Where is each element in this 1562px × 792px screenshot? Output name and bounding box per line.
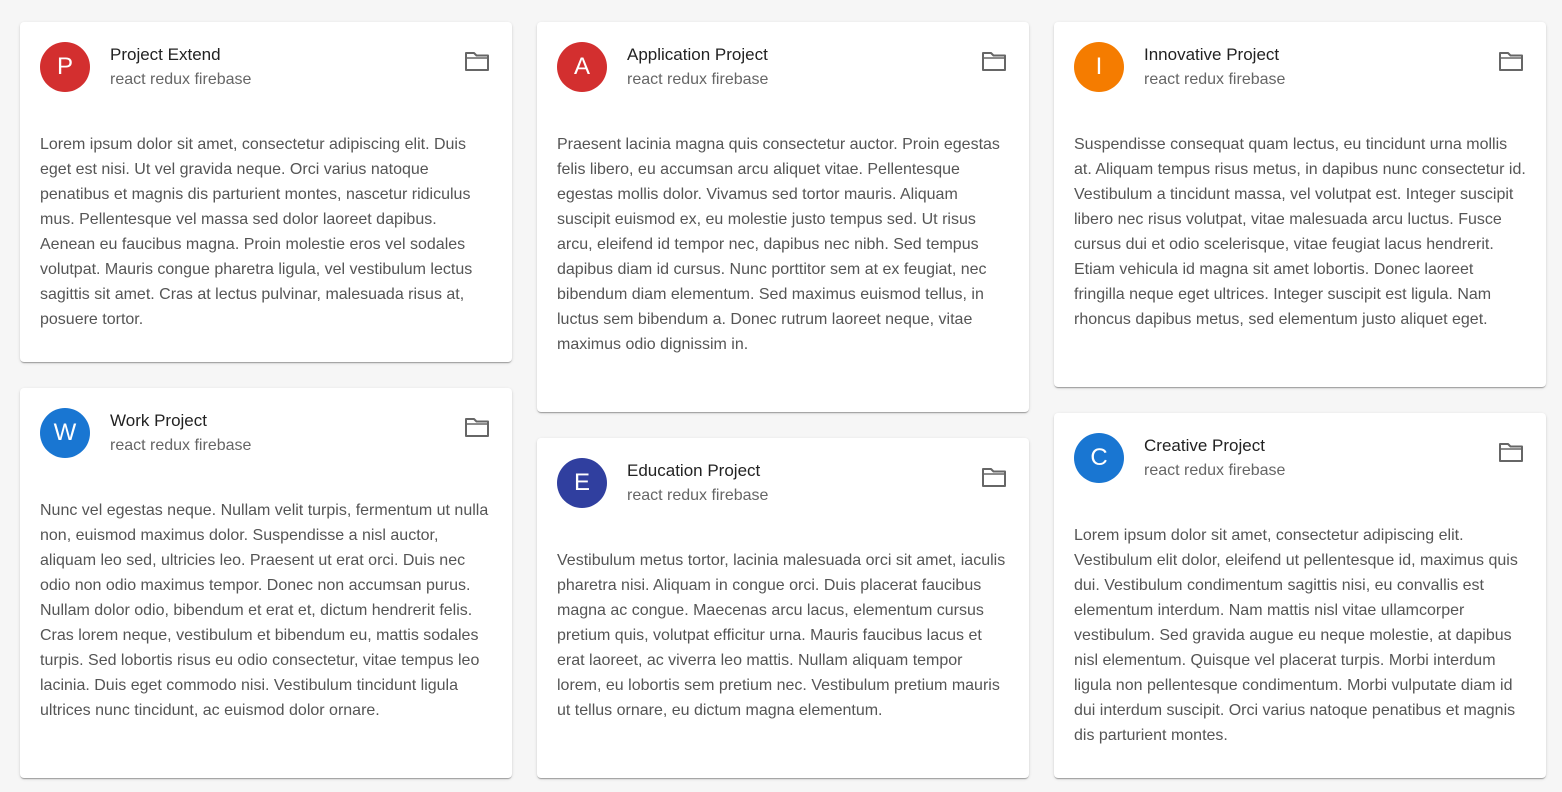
card-title: Creative Project — [1144, 436, 1265, 455]
card-title: Innovative Project — [1144, 45, 1280, 64]
project-card: P Project Extend react redux firebase Lo… — [20, 22, 512, 362]
card-subtitle: react redux firebase — [110, 71, 252, 88]
card-title: Education Project — [627, 461, 761, 480]
card-title: Application Project — [627, 45, 768, 64]
avatar: E — [557, 458, 607, 508]
card-subtitle: react redux firebase — [627, 71, 769, 88]
project-card: E Education Project react redux firebase… — [537, 438, 1029, 778]
column-1: P Project Extend react redux firebase Lo… — [20, 22, 512, 792]
card-body: Vestibulum metus tortor, lacinia malesua… — [557, 552, 1006, 719]
card-body: Lorem ipsum dolor sit amet, consectetur … — [1074, 527, 1518, 744]
avatar: W — [40, 408, 90, 458]
column-2: A Application Project react redux fireba… — [537, 22, 1029, 792]
card-body: Nunc vel egestas neque. Nullam velit tur… — [40, 502, 489, 719]
project-card: A Application Project react redux fireba… — [537, 22, 1029, 412]
card-body: Suspendisse consequat quam lectus, eu ti… — [1074, 136, 1526, 328]
folder-icon[interactable] — [981, 466, 1007, 488]
card-subtitle: react redux firebase — [1144, 71, 1286, 88]
card-header: E Education Project react redux firebase — [537, 438, 1029, 534]
card-body: Praesent lacinia magna quis consectetur … — [557, 136, 1000, 353]
avatar: P — [40, 42, 90, 92]
folder-icon[interactable] — [464, 50, 490, 72]
card-header: P Project Extend react redux firebase — [20, 22, 512, 118]
card-header: W Work Project react redux firebase — [20, 388, 512, 484]
card-subtitle: react redux firebase — [1144, 462, 1286, 479]
card-title: Work Project — [110, 411, 207, 430]
card-body: Lorem ipsum dolor sit amet, consectetur … — [40, 136, 473, 328]
project-card: C Creative Project react redux firebase … — [1054, 413, 1546, 778]
project-card: W Work Project react redux firebase Nunc… — [20, 388, 512, 778]
card-header: A Application Project react redux fireba… — [537, 22, 1029, 118]
card-subtitle: react redux firebase — [627, 487, 769, 504]
card-title: Project Extend — [110, 45, 221, 64]
avatar: C — [1074, 433, 1124, 483]
folder-icon[interactable] — [464, 416, 490, 438]
card-header: I Innovative Project react redux firebas… — [1054, 22, 1546, 118]
project-card: I Innovative Project react redux firebas… — [1054, 22, 1546, 387]
folder-icon[interactable] — [981, 50, 1007, 72]
folder-icon[interactable] — [1498, 50, 1524, 72]
avatar: A — [557, 42, 607, 92]
card-subtitle: react redux firebase — [110, 437, 252, 454]
card-header: C Creative Project react redux firebase — [1054, 413, 1546, 509]
column-3: I Innovative Project react redux firebas… — [1054, 22, 1546, 792]
avatar: I — [1074, 42, 1124, 92]
folder-icon[interactable] — [1498, 441, 1524, 463]
